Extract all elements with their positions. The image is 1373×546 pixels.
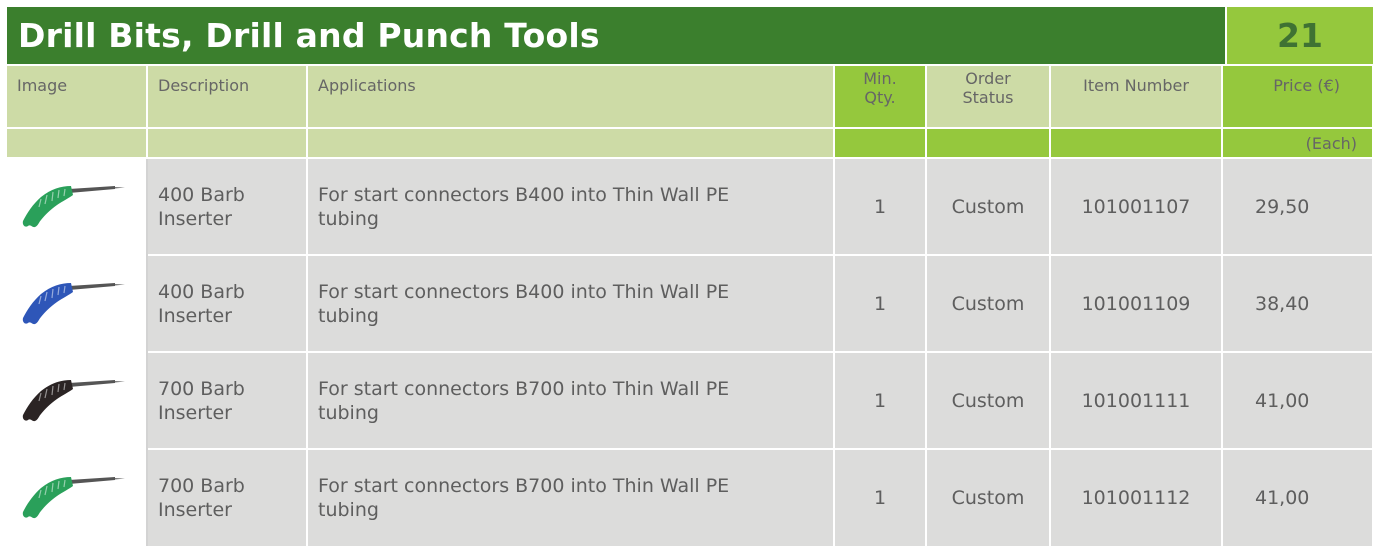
application-cell: For start connectors B400 into Thin Wall… [307, 157, 835, 255]
page-number: 21 [1227, 7, 1373, 64]
product-image-cell [7, 157, 148, 255]
table-row: 700 Barb Inserter For start connectors B… [7, 351, 1373, 449]
order-status-label-line1: Order [965, 69, 1011, 88]
min-qty-label-line1: Min. [863, 69, 897, 88]
column-header-min-qty: Min. Qty. [834, 66, 927, 128]
item-number-cell: 101001109 [1050, 254, 1223, 352]
min-qty-cell: 1 [834, 448, 927, 546]
description-cell: 400 Barb Inserter [147, 254, 308, 352]
order-status-cell: Custom [926, 254, 1051, 352]
description-line1: 400 Barb [158, 280, 245, 303]
product-rows: 400 Barb Inserter For start connectors B… [7, 157, 1373, 546]
column-header-price: Price (€) [1222, 66, 1373, 128]
subheader-cell [147, 127, 308, 158]
green-barb-inserter-tool-icon [22, 477, 125, 519]
product-image-cell [7, 254, 148, 352]
min-qty-cell: 1 [834, 254, 927, 352]
subheader-cell [307, 127, 835, 158]
subheader-cell [1050, 127, 1223, 158]
item-number-cell: 101001111 [1050, 351, 1223, 449]
column-header-item-number: Item Number [1050, 66, 1223, 128]
table-row: 400 Barb Inserter For start connectors B… [7, 157, 1373, 255]
order-status-cell: Custom [926, 157, 1051, 255]
description-cell: 700 Barb Inserter [147, 351, 308, 449]
application-cell: For start connectors B700 into Thin Wall… [307, 351, 835, 449]
green-barb-inserter-tool-icon [22, 185, 125, 227]
description-line1: 700 Barb [158, 377, 245, 400]
price-cell: 29,50 [1222, 157, 1373, 255]
catalog-page: Drill Bits, Drill and Punch Tools 21 Ima… [7, 7, 1373, 546]
min-qty-cell: 1 [834, 351, 927, 449]
product-image-cell [7, 448, 148, 546]
description-cell: 400 Barb Inserter [147, 157, 308, 255]
description-line2: Inserter [158, 207, 232, 230]
product-image-cell [7, 351, 148, 449]
column-header-order-status: Order Status [926, 66, 1051, 128]
description-line2: Inserter [158, 304, 232, 327]
price-cell: 38,40 [1222, 254, 1373, 352]
black-barb-inserter-tool-icon [22, 379, 125, 421]
column-header-description: Description [147, 66, 308, 128]
application-cell: For start connectors B700 into Thin Wall… [307, 448, 835, 546]
description-line2: Inserter [158, 401, 232, 424]
column-header-row: Image Description Applications Min. Qty.… [7, 66, 1373, 128]
price-cell: 41,00 [1222, 351, 1373, 449]
description-line1: 700 Barb [158, 475, 245, 497]
product-table: Image Description Applications Min. Qty.… [7, 66, 1373, 546]
price-unit-label: (Each) [1222, 127, 1373, 158]
subheader-cell [7, 127, 148, 158]
column-header-applications: Applications [307, 66, 835, 128]
table-row: 700 Barb Inserter For start connectors B… [7, 448, 1373, 546]
blue-barb-inserter-tool-icon [22, 282, 125, 324]
order-status-cell: Custom [926, 448, 1051, 546]
item-number-cell: 101001107 [1050, 157, 1223, 255]
column-header-image: Image [7, 66, 148, 128]
item-number-cell: 101001112 [1050, 448, 1223, 546]
min-qty-cell: 1 [834, 157, 927, 255]
price-cell: 41,00 [1222, 448, 1373, 546]
application-cell: For start connectors B400 into Thin Wall… [307, 254, 835, 352]
title-row: Drill Bits, Drill and Punch Tools 21 [7, 7, 1373, 64]
description-cell: 700 Barb Inserter [147, 448, 308, 546]
page-title: Drill Bits, Drill and Punch Tools [7, 7, 1225, 64]
order-status-cell: Custom [926, 351, 1051, 449]
order-status-label-line2: Status [962, 88, 1014, 107]
description-line1: 400 Barb [158, 183, 245, 206]
column-subheader-row: (Each) [7, 127, 1373, 158]
description-line2: Inserter [158, 499, 232, 521]
subheader-cell [926, 127, 1051, 158]
table-row: 400 Barb Inserter For start connectors B… [7, 254, 1373, 352]
subheader-cell [834, 127, 927, 158]
min-qty-label-line2: Qty. [864, 88, 896, 107]
